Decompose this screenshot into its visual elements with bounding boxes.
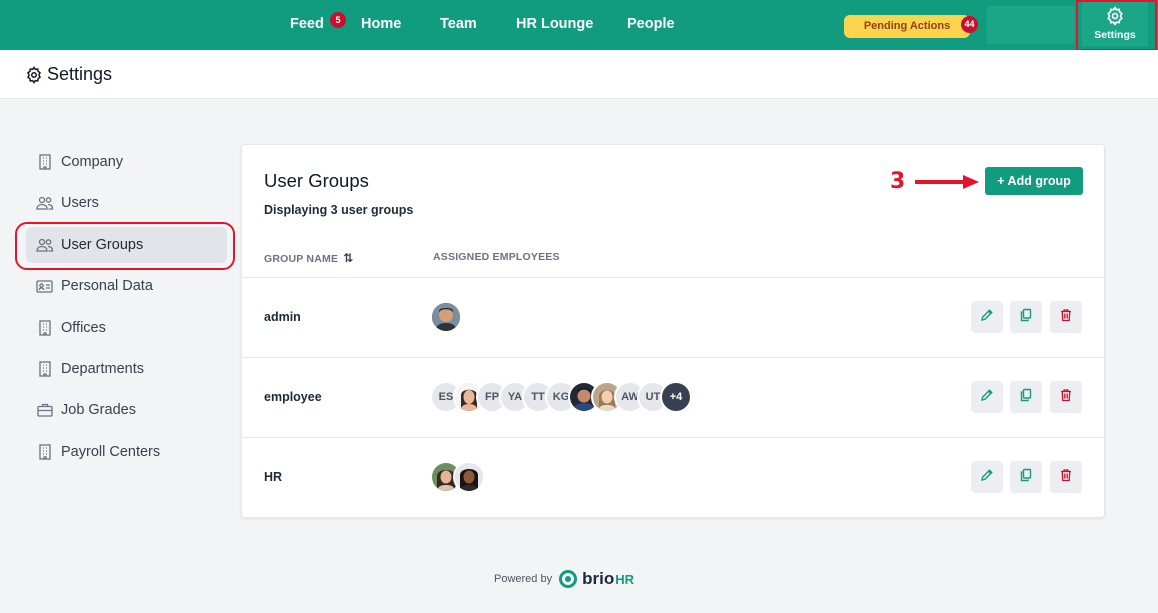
- brio-logo-icon: [559, 570, 578, 588]
- gear-icon: [27, 66, 41, 84]
- pending-actions-button[interactable]: Pending Actions: [844, 15, 970, 38]
- pencil-icon: [980, 468, 994, 487]
- sort-icon: ⇅: [343, 251, 354, 265]
- group-name: admin: [264, 310, 301, 324]
- pending-count-badge: 44: [961, 16, 978, 33]
- top-navigation-bar: Feed 5 Home Team HR Lounge People Pendin…: [0, 0, 1158, 50]
- trash-icon: [1059, 468, 1073, 487]
- sidebar-item-label: Job Grades: [61, 402, 136, 418]
- trash-icon: [1059, 388, 1073, 407]
- avatar[interactable]: [430, 301, 462, 333]
- edit-button[interactable]: [971, 381, 1003, 413]
- id-card-icon: [26, 279, 61, 293]
- sidebar-item-offices[interactable]: Offices: [26, 310, 227, 346]
- edit-button[interactable]: [971, 301, 1003, 333]
- building-icon: [26, 361, 61, 377]
- column-header-label: GROUP NAME: [264, 253, 339, 265]
- avatar[interactable]: [453, 461, 485, 493]
- nav-feed[interactable]: Feed: [290, 16, 324, 32]
- nav-home[interactable]: Home: [361, 16, 401, 32]
- sidebar-item-payroll-centers[interactable]: Payroll Centers: [26, 434, 227, 470]
- sidebar-item-company[interactable]: Company: [26, 144, 227, 180]
- groups-count-text: Displaying 3 user groups: [264, 203, 414, 217]
- annotation-box-1: [1076, 0, 1157, 51]
- page-title: Settings: [47, 64, 113, 84]
- delete-button[interactable]: [1050, 381, 1082, 413]
- delete-button[interactable]: [1050, 301, 1082, 333]
- sidebar-item-label: Offices: [61, 320, 106, 336]
- copy-icon: [1019, 308, 1033, 327]
- sidebar-item-label: Company: [61, 154, 124, 170]
- user-groups-card: User Groups Displaying 3 user groups + A…: [241, 144, 1105, 518]
- group-name: HR: [264, 470, 283, 484]
- brand-suffix: HR: [615, 571, 634, 587]
- building-icon: [26, 320, 61, 336]
- feed-badge: 5: [330, 12, 346, 28]
- copy-icon: [1019, 388, 1033, 407]
- sidebar-item-label: Personal Data: [61, 278, 153, 294]
- table-row: employee ES FP YA TT KG AW UT +4: [242, 357, 1104, 437]
- column-header-group-name[interactable]: GROUP NAME ⇅: [264, 251, 354, 265]
- sidebar-item-label: Users: [61, 195, 99, 211]
- footer: Powered by brio HR: [494, 568, 634, 590]
- table-row: admin: [242, 277, 1104, 357]
- card-title: User Groups: [264, 170, 369, 191]
- table-row: HR: [242, 437, 1104, 517]
- sidebar-item-personal-data[interactable]: Personal Data: [26, 268, 227, 304]
- trash-icon: [1059, 308, 1073, 327]
- more-employees-avatar[interactable]: +4: [660, 381, 692, 413]
- pencil-icon: [980, 388, 994, 407]
- users-icon: [26, 196, 61, 210]
- sidebar-item-job-grades[interactable]: Job Grades: [26, 392, 227, 428]
- brand-name: brio: [582, 569, 615, 588]
- arrow-right-icon: [915, 175, 979, 189]
- annotation-number-3: 3: [890, 169, 906, 194]
- edit-button[interactable]: [971, 461, 1003, 493]
- nav-people[interactable]: People: [627, 16, 675, 32]
- duplicate-button[interactable]: [1010, 461, 1042, 493]
- profile-area[interactable]: [987, 6, 1075, 44]
- sidebar-item-departments[interactable]: Departments: [26, 351, 227, 387]
- duplicate-button[interactable]: [1010, 381, 1042, 413]
- copy-icon: [1019, 468, 1033, 487]
- briefcase-icon: [26, 403, 61, 417]
- nav-hr-lounge[interactable]: HR Lounge: [516, 16, 593, 32]
- duplicate-button[interactable]: [1010, 301, 1042, 333]
- nav-team[interactable]: Team: [440, 16, 477, 32]
- sidebar-item-label: Payroll Centers: [61, 444, 161, 460]
- sidebar-item-users[interactable]: Users: [26, 185, 227, 221]
- building-icon: [26, 444, 61, 460]
- add-group-button[interactable]: + Add group: [985, 167, 1083, 195]
- delete-button[interactable]: [1050, 461, 1082, 493]
- column-header-assigned-employees: ASSIGNED EMPLOYEES: [433, 251, 560, 263]
- group-name: employee: [264, 390, 322, 404]
- building-icon: [26, 154, 61, 170]
- sidebar-item-label: Departments: [61, 361, 145, 377]
- powered-by-text: Powered by: [494, 573, 553, 585]
- pencil-icon: [980, 308, 994, 327]
- page-header: Settings: [0, 50, 1158, 99]
- annotation-box-2: [15, 222, 235, 270]
